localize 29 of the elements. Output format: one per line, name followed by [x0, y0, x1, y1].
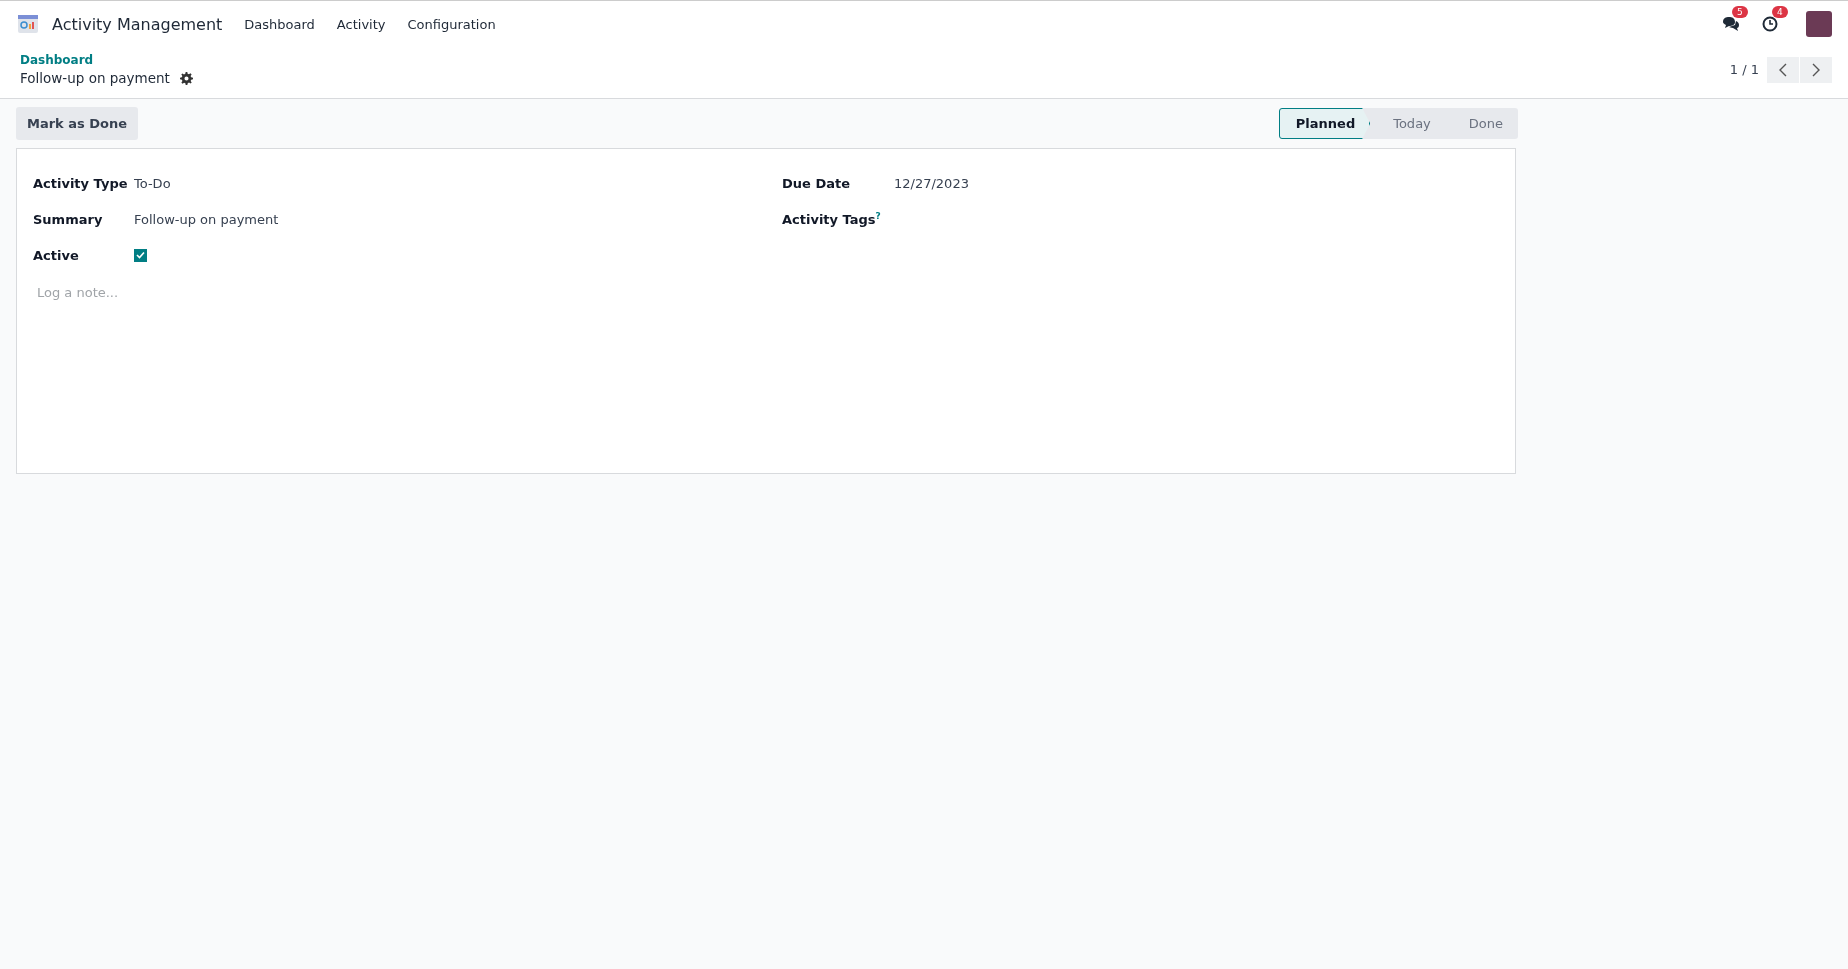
notification-badge: 4 — [1772, 6, 1788, 18]
chevron-right-icon — [1812, 62, 1820, 77]
menu-item[interactable]: Dashboard — [244, 16, 315, 32]
field-value[interactable]: 12/27/2023 — [894, 175, 969, 191]
field-label: Active — [33, 247, 80, 263]
pager-value: 1 / 1 — [1729, 62, 1759, 77]
stage-button[interactable]: Done — [1445, 108, 1518, 139]
menu-item[interactable]: Configuration — [407, 16, 496, 32]
field-label: Summary — [33, 211, 104, 227]
gear-icon[interactable] — [179, 71, 193, 85]
field-label: Activity Type — [33, 175, 129, 191]
breadcrumb-link[interactable]: Dashboard — [20, 53, 193, 67]
field-label: Activity Tags$^{?}$ — [782, 210, 882, 228]
field-value[interactable]: Follow-up on payment — [134, 211, 279, 227]
previous-button[interactable] — [1767, 56, 1799, 83]
stage-button[interactable]: Today — [1370, 108, 1446, 139]
chevron-left-icon — [1779, 62, 1787, 77]
notification-badge: 5 — [1732, 6, 1748, 18]
field-label: Due Date — [782, 175, 851, 191]
stage-button[interactable]: Planned — [1278, 108, 1371, 139]
app-icon[interactable] — [18, 15, 38, 33]
app-name[interactable]: Activity Management — [52, 14, 223, 34]
checkbox[interactable] — [134, 248, 147, 262]
clock-icon[interactable] — [1762, 16, 1778, 32]
chat-icon[interactable] — [1722, 16, 1740, 32]
field-value[interactable]: To-Do — [134, 175, 171, 191]
record-title: Follow-up on payment — [20, 70, 170, 86]
menu-item[interactable]: Activity — [336, 16, 386, 32]
mark-as-done-button[interactable]: Mark as Done — [16, 107, 139, 140]
